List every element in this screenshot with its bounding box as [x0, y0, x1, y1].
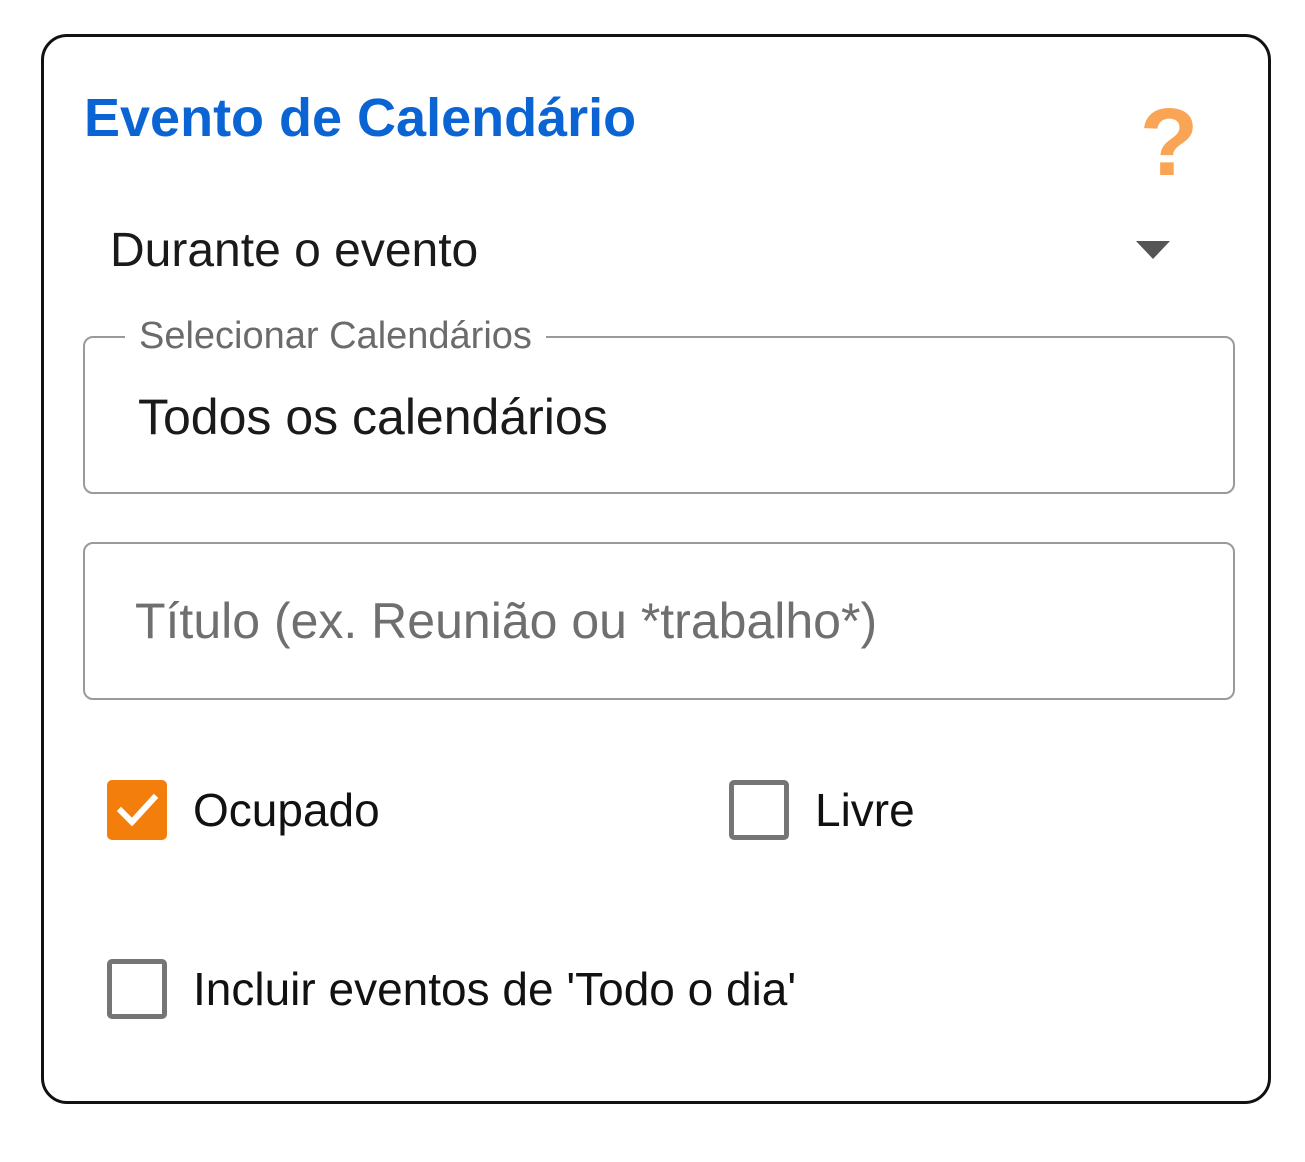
event-title-field[interactable] [83, 542, 1235, 700]
free-checkbox-label: Livre [815, 784, 915, 836]
all-day-checkbox[interactable]: Incluir eventos de 'Todo o dia' [107, 959, 867, 1023]
free-checkbox[interactable]: Livre [729, 780, 969, 844]
busy-checkbox[interactable]: Ocupado [107, 780, 427, 844]
card-title: Evento de Calendário [84, 88, 637, 148]
all-day-checkbox-label: Incluir eventos de 'Todo o dia' [193, 963, 797, 1015]
calendar-select-field[interactable]: Selecionar Calendários Todos os calendár… [83, 311, 1235, 494]
question-mark-icon[interactable]: ? [1134, 93, 1204, 193]
event-mode-dropdown[interactable]: Durante o evento [110, 215, 1190, 287]
event-mode-value: Durante o evento [110, 224, 479, 277]
dropdown-arrow-icon [1136, 241, 1170, 259]
all-day-checkbox-box[interactable] [107, 959, 167, 1019]
calendar-select-value: Todos os calendários [138, 389, 608, 445]
event-title-input[interactable] [135, 584, 1195, 658]
checkmark-icon [116, 793, 159, 827]
busy-checkbox-box[interactable] [107, 780, 167, 840]
calendar-event-card: Evento de Calendário ? Durante o evento … [41, 34, 1271, 1104]
busy-checkbox-label: Ocupado [193, 784, 380, 836]
free-checkbox-box[interactable] [729, 780, 789, 840]
calendar-select-label: Selecionar Calendários [125, 311, 546, 361]
